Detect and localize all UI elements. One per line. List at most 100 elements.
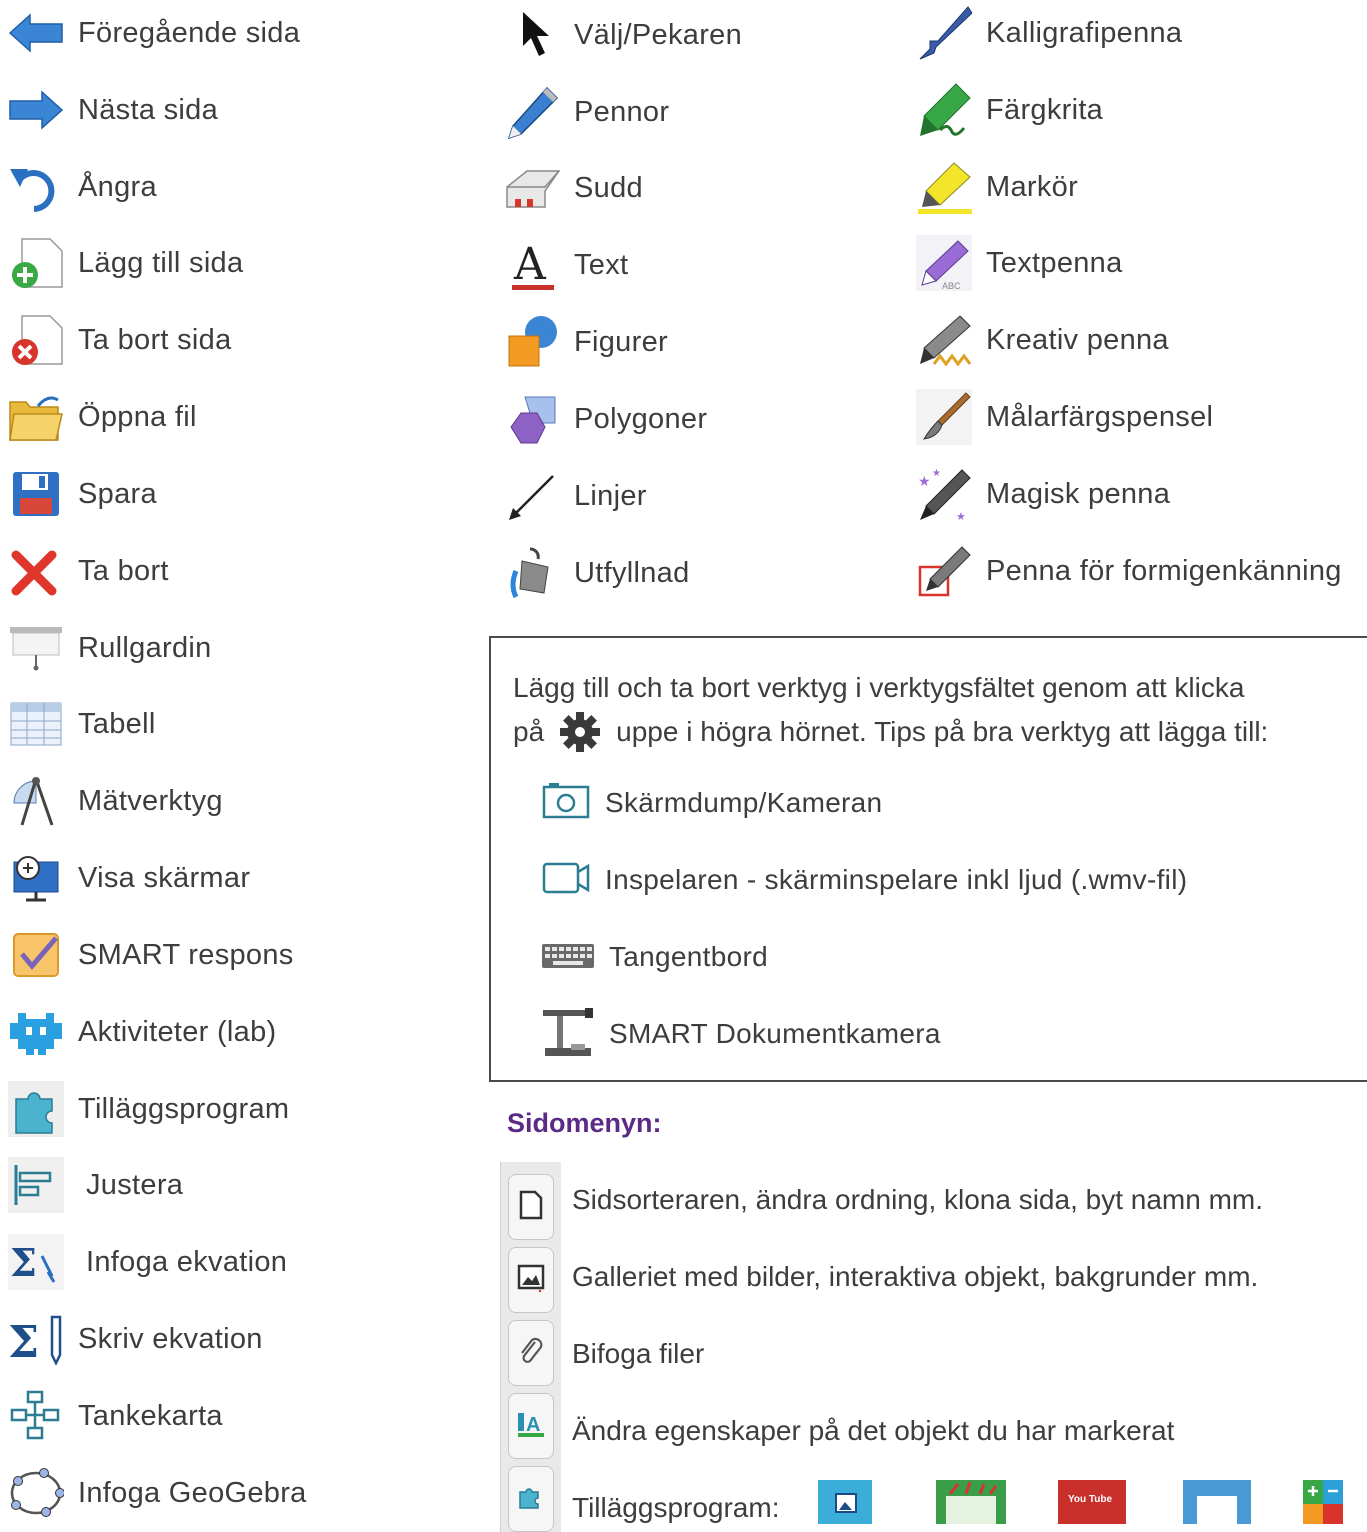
side-tab-page-sorter[interactable] xyxy=(508,1174,554,1240)
highlighter-icon xyxy=(916,159,972,215)
toolbar-item-label: Kreativ penna xyxy=(986,323,1169,356)
toolbar-item-label: Pennor xyxy=(574,95,670,128)
toolbar-item-align[interactable]: Justera xyxy=(8,1155,183,1215)
toolbar-item-label: Kalligrafipenna xyxy=(986,16,1183,49)
side-menu-item-addons: Tilläggsprogram: xyxy=(572,1492,780,1523)
toolbar-item-magic-pen[interactable]: ★ ★ ★ Magisk penna xyxy=(916,464,1170,524)
toolbar-item-insert-equation[interactable]: Σ Infoga ekvation xyxy=(8,1232,287,1292)
toolbar-item-label: Visa skärmar xyxy=(78,861,251,894)
toolbar-item-label: Öppna fil xyxy=(78,400,197,433)
toolbar-item-smart-response[interactable]: SMART respons xyxy=(8,925,294,985)
toolbar-item-crayon[interactable]: Färgkrita xyxy=(916,80,1103,140)
toolbar-item-highlighter[interactable]: Markör xyxy=(916,157,1078,217)
toolbar-item-label: Målarfärgspensel xyxy=(986,400,1214,433)
gallery-icon xyxy=(516,1263,546,1298)
svg-text:★: ★ xyxy=(932,468,941,479)
side-menu-item-properties: Ändra egenskaper på det objekt du har ma… xyxy=(572,1415,1175,1446)
toolbar-item-label: Utfyllnad xyxy=(574,556,690,589)
svg-text:A: A xyxy=(526,1414,540,1436)
toolbar-item-next-page[interactable]: Nästa sida xyxy=(8,80,218,140)
addon-youtube-tile[interactable]: You Tube xyxy=(1058,1480,1126,1524)
tip-item-recorder: Inspelaren - skärminspelare inkl ljud (.… xyxy=(541,855,1187,905)
addon-math-tile[interactable] xyxy=(1303,1480,1367,1524)
toolbar-item-screen-shade[interactable]: Rullgardin xyxy=(8,618,212,678)
addon-screen-tile[interactable] xyxy=(1183,1480,1251,1524)
open-folder-icon xyxy=(8,389,64,445)
toolbar-item-delete[interactable]: Ta bort xyxy=(8,541,169,601)
toolbar-item-text-pen[interactable]: ABC Textpenna xyxy=(916,233,1123,293)
youtube-label: You Tube xyxy=(1068,1494,1113,1505)
toolbar-item-eraser[interactable]: Sudd xyxy=(505,158,643,218)
toolbar-item-label: Ta bort xyxy=(78,554,169,587)
toolbar-item-geogebra[interactable]: Infoga GeoGebra xyxy=(8,1463,307,1523)
tips-text-after-icon: uppe i högra hörnet. Tips på bra verktyg… xyxy=(616,716,1269,747)
svg-text:★: ★ xyxy=(956,510,966,522)
toolbar-item-save[interactable]: Spara xyxy=(8,464,157,524)
mindmap-icon xyxy=(8,1388,64,1444)
toolbar-item-creative-pen[interactable]: Kreativ penna xyxy=(916,310,1169,370)
tips-text-before-icon: på xyxy=(513,716,545,747)
toolbar-item-add-page[interactable]: Lägg till sida xyxy=(8,233,243,293)
attachment-icon xyxy=(517,1336,545,1371)
tip-item-label: Inspelaren - skärminspelare inkl ljud (.… xyxy=(605,864,1188,895)
paint-brush-icon xyxy=(916,389,972,445)
toolbar-item-paint-brush[interactable]: Målarfärgspensel xyxy=(916,387,1213,447)
lines-icon xyxy=(505,468,561,524)
geogebra-icon xyxy=(8,1465,64,1521)
toolbar-item-open-file[interactable]: Öppna fil xyxy=(8,387,197,447)
write-equation-icon: Σ xyxy=(8,1311,64,1367)
toolbar-item-text[interactable]: A Text xyxy=(505,235,628,295)
toolbar-item-table[interactable]: Tabell xyxy=(8,694,156,754)
toolbar-item-label: Spara xyxy=(78,477,157,510)
tips-text-line2: på uppe i högra hörnet. Tips på bra verk… xyxy=(513,710,1268,754)
table-icon xyxy=(8,696,64,752)
toolbar-item-pointer[interactable]: Välj/Pekaren xyxy=(505,5,742,65)
tip-item-screen-capture: Skärmdump/Kameran xyxy=(541,778,882,828)
toolbar-item-label: Figurer xyxy=(574,325,668,358)
toolbar-item-undo[interactable]: Ångra xyxy=(8,157,157,217)
side-tab-properties[interactable]: A xyxy=(508,1393,554,1459)
toolbar-item-label: Magisk penna xyxy=(986,477,1171,510)
svg-text:★: ★ xyxy=(918,474,931,490)
toolbar-item-lines[interactable]: Linjer xyxy=(505,466,647,526)
toolbar-item-label: Föregående sida xyxy=(78,16,301,49)
toolbar-item-fill[interactable]: Utfyllnad xyxy=(505,543,690,603)
addon-activity-tile[interactable] xyxy=(936,1480,1006,1524)
toolbar-item-shape-recognition-pen[interactable]: Penna för formigenkänning xyxy=(916,541,1342,601)
side-tab-gallery[interactable] xyxy=(508,1247,554,1313)
toolbar-item-pens[interactable]: Pennor xyxy=(505,82,669,142)
toolbar-item-previous-page[interactable]: Föregående sida xyxy=(8,3,300,63)
toolbar-item-label: Text xyxy=(574,248,629,281)
insert-equation-icon: Σ xyxy=(8,1234,64,1290)
creative-pen-icon xyxy=(916,312,972,368)
toolbar-item-label: Rullgardin xyxy=(78,631,212,664)
toolbar-item-write-equation[interactable]: Σ Skriv ekvation xyxy=(8,1309,263,1369)
toolbar-item-activities-lab[interactable]: Aktiviteter (lab) xyxy=(8,1002,277,1062)
toolbar-item-label: Lägg till sida xyxy=(78,246,244,279)
toolbar-item-view-screens[interactable]: Visa skärmar xyxy=(8,848,250,908)
arrow-left-icon xyxy=(8,5,64,61)
toolbar-item-polygons[interactable]: Polygoner xyxy=(505,389,707,449)
toolbar-item-measurement-tools[interactable]: Mätverktyg xyxy=(8,771,223,831)
side-menu-heading: Sidomenyn: xyxy=(507,1108,662,1138)
toolbar-item-label: Tankekarta xyxy=(78,1399,223,1432)
toolbar-item-shapes[interactable]: Figurer xyxy=(505,312,668,372)
toolbar-item-delete-page[interactable]: Ta bort sida xyxy=(8,310,232,370)
activities-lab-icon xyxy=(8,1004,64,1060)
delete-icon xyxy=(8,543,64,599)
addon-gallery-tile[interactable] xyxy=(818,1480,872,1524)
keyboard-icon xyxy=(541,940,595,975)
side-tab-addons[interactable] xyxy=(508,1466,554,1532)
toolbar-item-addons[interactable]: Tilläggsprogram xyxy=(8,1079,289,1139)
toolbar-item-label: Markör xyxy=(986,170,1079,203)
camera-icon xyxy=(541,781,591,826)
shape-recognition-pen-icon xyxy=(916,543,972,599)
toolbar-item-mindmap[interactable]: Tankekarta xyxy=(8,1386,223,1446)
tip-item-label: Skärmdump/Kameran xyxy=(605,787,883,818)
svg-text:ABC: ABC xyxy=(942,281,961,291)
toolbar-item-calligraphy-pen[interactable]: Kalligrafipenna xyxy=(916,3,1182,63)
side-tab-attachments[interactable] xyxy=(508,1320,554,1386)
side-menu-item-page-sorter: Sidsorteraren, ändra ordning, klona sida… xyxy=(572,1184,1264,1215)
text-pen-icon: ABC xyxy=(916,235,972,291)
polygons-icon xyxy=(505,391,561,447)
